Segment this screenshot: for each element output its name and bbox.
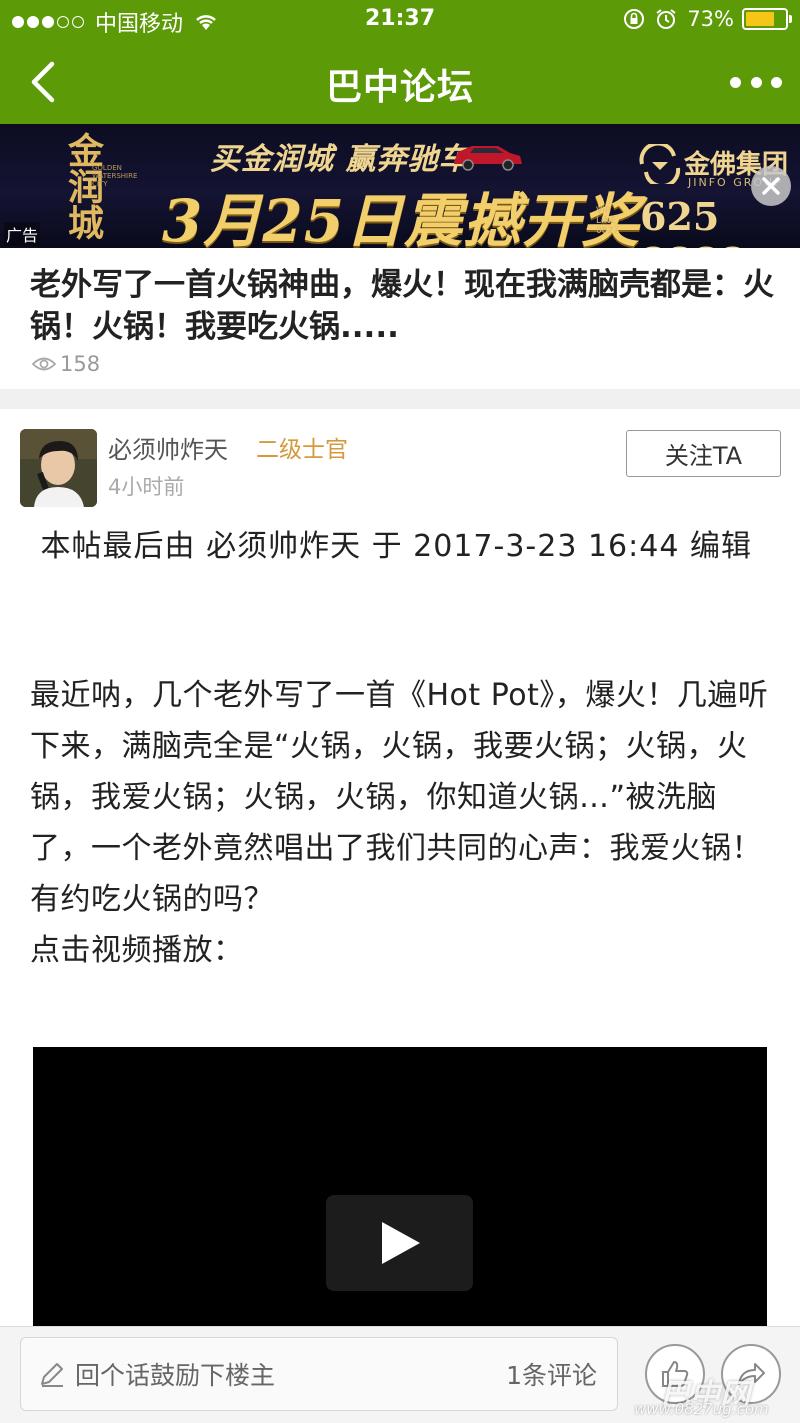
eye-icon bbox=[32, 357, 56, 371]
post-body: 最近呐，几个老外写了一首《Hot Pot》，爆火！几遍听下来，满脑壳全是“火锅，… bbox=[30, 670, 775, 976]
share-button[interactable] bbox=[721, 1344, 781, 1404]
ad-close-button[interactable] bbox=[751, 166, 791, 206]
rotation-lock-icon bbox=[624, 9, 645, 29]
post-body-text: 最近呐，几个老外写了一首《Hot Pot》，爆火！几遍听下来，满脑壳全是“火锅，… bbox=[30, 678, 769, 917]
jinfo-logo-icon bbox=[639, 144, 681, 184]
avatar-image bbox=[20, 429, 97, 507]
pencil-icon bbox=[41, 1363, 63, 1387]
post-title: 老外写了一首火锅神曲，爆火！现在我满脑壳都是：火锅！火锅！我要吃火锅..... bbox=[30, 267, 774, 345]
ad-headline: 买金润城 赢奔驰车 bbox=[210, 142, 470, 177]
edit-note: 本帖最后由 必须帅炸天 于 2017-3-23 16:44 编辑 bbox=[30, 529, 752, 564]
battery-percent: 73% bbox=[687, 7, 734, 31]
view-count: 158 bbox=[32, 352, 100, 376]
author-rank-badge: 二级士官 bbox=[256, 437, 348, 463]
author-name[interactable]: 必须帅炸天 bbox=[108, 430, 228, 465]
like-button[interactable] bbox=[645, 1344, 705, 1404]
page-title: 巴中论坛 bbox=[325, 67, 474, 108]
play-button[interactable] bbox=[326, 1195, 473, 1291]
follow-button[interactable]: 关注TA bbox=[626, 430, 781, 477]
close-icon bbox=[762, 177, 780, 195]
section-divider bbox=[0, 389, 800, 409]
share-icon bbox=[738, 1363, 765, 1385]
thumbs-up-icon bbox=[662, 1361, 689, 1387]
car-icon bbox=[454, 146, 522, 171]
ad-phone-prefix: VIP LINE 0827 bbox=[596, 206, 619, 236]
ad-date-text: 3月25日震撼开奖 bbox=[162, 187, 641, 248]
status-bar: 中国移动 21:37 73% bbox=[0, 0, 800, 40]
comment-input[interactable]: 回个话鼓励下楼主 1条评论 bbox=[20, 1337, 618, 1411]
post-body-cta: 点击视频播放： bbox=[30, 933, 244, 968]
ad-logo-subtitle: GOLDEN WATERSHIRE CITY bbox=[92, 164, 138, 188]
post-timestamp: 4小时前 bbox=[108, 475, 185, 499]
avatar[interactable] bbox=[20, 429, 97, 507]
status-right: 73% bbox=[623, 7, 792, 31]
view-count-value: 158 bbox=[60, 352, 101, 376]
navigation-bar: 巴中论坛 bbox=[0, 40, 800, 124]
bottom-toolbar: 回个话鼓励下楼主 1条评论 bbox=[0, 1326, 800, 1423]
ad-label: 广告 bbox=[4, 222, 41, 246]
comment-placeholder: 回个话鼓励下楼主 bbox=[75, 1361, 276, 1390]
comment-count[interactable]: 1条评论 bbox=[506, 1356, 597, 1392]
alarm-icon bbox=[656, 9, 676, 29]
play-icon bbox=[381, 1222, 420, 1264]
video-player[interactable] bbox=[33, 1047, 767, 1337]
ad-banner[interactable]: 金润城 GOLDEN WATERSHIRE CITY 买金润城 赢奔驰车 3月2… bbox=[0, 124, 800, 248]
battery-icon bbox=[742, 8, 792, 30]
more-options-button[interactable] bbox=[730, 70, 782, 94]
